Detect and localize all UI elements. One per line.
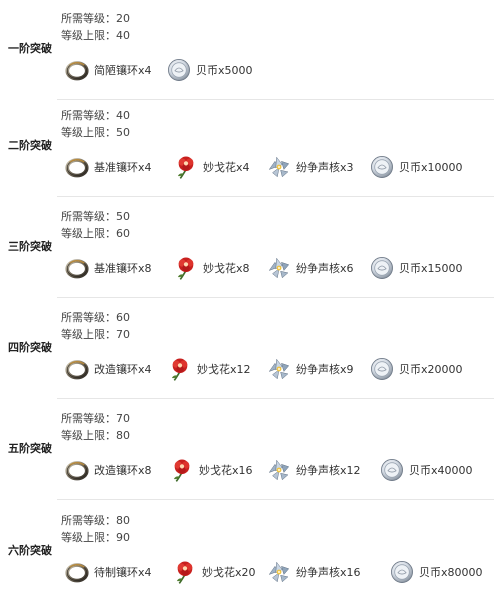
material-label: 纷争声核x3 — [296, 161, 354, 174]
crystal-core-icon — [266, 255, 292, 281]
material-item: 妙戈花x4 — [173, 152, 250, 182]
material-item: 纷争声核x16 — [266, 557, 361, 587]
tier-title: 五阶突破 — [8, 442, 52, 455]
material-item: 改造镶环x8 — [64, 455, 152, 485]
material-label: 贝币x20000 — [399, 363, 463, 376]
material-item: 贝币x20000 — [369, 354, 463, 384]
shell-coin-icon — [389, 559, 415, 585]
material-item: 妙戈花x20 — [172, 557, 256, 587]
material-item: 妙戈花x8 — [173, 253, 250, 283]
flower-icon — [167, 356, 193, 382]
tier-title: 四阶突破 — [8, 341, 52, 354]
material-label: 简陋镶环x4 — [94, 64, 152, 77]
tier-3: 三阶突破 所需等级：50 等级上限：60 基准镶环x8 妙戈花x8 纷争声核x6 贝币x15… — [0, 198, 494, 298]
ring-icon — [64, 457, 90, 483]
required-level: 所需等级：50 — [61, 210, 130, 223]
material-label: 改造镶环x4 — [94, 363, 152, 376]
tier-5: 五阶突破 所需等级：70 等级上限：80 改造镶环x8 妙戈花x16 纷争声核x12 贝币x… — [0, 400, 494, 500]
material-item: 妙戈花x12 — [167, 354, 251, 384]
material-item: 贝币x15000 — [369, 253, 463, 283]
tier-title: 三阶突破 — [8, 240, 52, 253]
material-item: 纷争声核x9 — [266, 354, 354, 384]
material-label: 纷争声核x12 — [296, 464, 361, 477]
level-cap: 等级上限：60 — [61, 227, 130, 240]
material-label: 妙戈花x4 — [203, 161, 250, 174]
divider — [57, 398, 494, 399]
material-label: 贝币x80000 — [419, 566, 483, 579]
ring-icon — [64, 255, 90, 281]
level-cap: 等级上限：70 — [61, 328, 130, 341]
material-label: 妙戈花x8 — [203, 262, 250, 275]
tier-1: 一阶突破 所需等级：20 等级上限：40 简陋镶环x4 贝币x5000 — [0, 0, 494, 100]
material-item: 纷争声核x12 — [266, 455, 361, 485]
crystal-core-icon — [266, 559, 292, 585]
shell-coin-icon — [369, 255, 395, 281]
flower-icon — [173, 154, 199, 180]
material-item: 贝币x40000 — [379, 455, 473, 485]
material-label: 妙戈花x12 — [197, 363, 251, 376]
tier-6: 六阶突破 所需等级：80 等级上限：90 待制镶环x4 妙戈花x20 纷争声核x16 贝币x… — [0, 502, 494, 602]
level-cap: 等级上限：50 — [61, 126, 130, 139]
divider — [57, 499, 494, 500]
divider — [57, 297, 494, 298]
material-label: 贝币x15000 — [399, 262, 463, 275]
material-item: 贝币x5000 — [166, 55, 253, 85]
material-item: 贝币x80000 — [389, 557, 483, 587]
level-cap: 等级上限：90 — [61, 531, 130, 544]
tier-title: 二阶突破 — [8, 139, 52, 152]
required-level: 所需等级：70 — [61, 412, 130, 425]
flower-icon — [169, 457, 195, 483]
ring-icon — [64, 356, 90, 382]
required-level: 所需等级：60 — [61, 311, 130, 324]
tier-2: 二阶突破 所需等级：40 等级上限：50 基准镶环x4 妙戈花x4 纷争声核x3 贝币x10… — [0, 97, 494, 197]
material-item: 纷争声核x6 — [266, 253, 354, 283]
level-cap: 等级上限：40 — [61, 29, 130, 42]
required-level: 所需等级：20 — [61, 12, 130, 25]
material-item: 改造镶环x4 — [64, 354, 152, 384]
tier-title: 一阶突破 — [8, 42, 52, 55]
material-item: 基准镶环x8 — [64, 253, 152, 283]
material-label: 妙戈花x16 — [199, 464, 253, 477]
material-label: 待制镶环x4 — [94, 566, 152, 579]
material-label: 妙戈花x20 — [202, 566, 256, 579]
material-label: 贝币x5000 — [196, 64, 253, 77]
material-label: 贝币x10000 — [399, 161, 463, 174]
ring-icon — [64, 57, 90, 83]
shell-coin-icon — [369, 356, 395, 382]
required-level: 所需等级：40 — [61, 109, 130, 122]
tier-title: 六阶突破 — [8, 544, 52, 557]
material-label: 纷争声核x16 — [296, 566, 361, 579]
material-label: 基准镶环x4 — [94, 161, 152, 174]
material-item: 纷争声核x3 — [266, 152, 354, 182]
material-label: 基准镶环x8 — [94, 262, 152, 275]
material-item: 贝币x10000 — [369, 152, 463, 182]
material-item: 待制镶环x4 — [64, 557, 152, 587]
material-label: 改造镶环x8 — [94, 464, 152, 477]
flower-icon — [173, 255, 199, 281]
material-item: 妙戈花x16 — [169, 455, 253, 485]
required-level: 所需等级：80 — [61, 514, 130, 527]
flower-icon — [172, 559, 198, 585]
material-item: 简陋镶环x4 — [64, 55, 152, 85]
shell-coin-icon — [379, 457, 405, 483]
shell-coin-icon — [369, 154, 395, 180]
material-label: 纷争声核x9 — [296, 363, 354, 376]
divider — [57, 196, 494, 197]
level-cap: 等级上限：80 — [61, 429, 130, 442]
ring-icon — [64, 154, 90, 180]
tier-4: 四阶突破 所需等级：60 等级上限：70 改造镶环x4 妙戈花x12 纷争声核x9 贝币x2… — [0, 299, 494, 399]
material-item: 基准镶环x4 — [64, 152, 152, 182]
crystal-core-icon — [266, 356, 292, 382]
material-label: 贝币x40000 — [409, 464, 473, 477]
crystal-core-icon — [266, 154, 292, 180]
crystal-core-icon — [266, 457, 292, 483]
material-label: 纷争声核x6 — [296, 262, 354, 275]
shell-coin-icon — [166, 57, 192, 83]
ring-icon — [64, 559, 90, 585]
